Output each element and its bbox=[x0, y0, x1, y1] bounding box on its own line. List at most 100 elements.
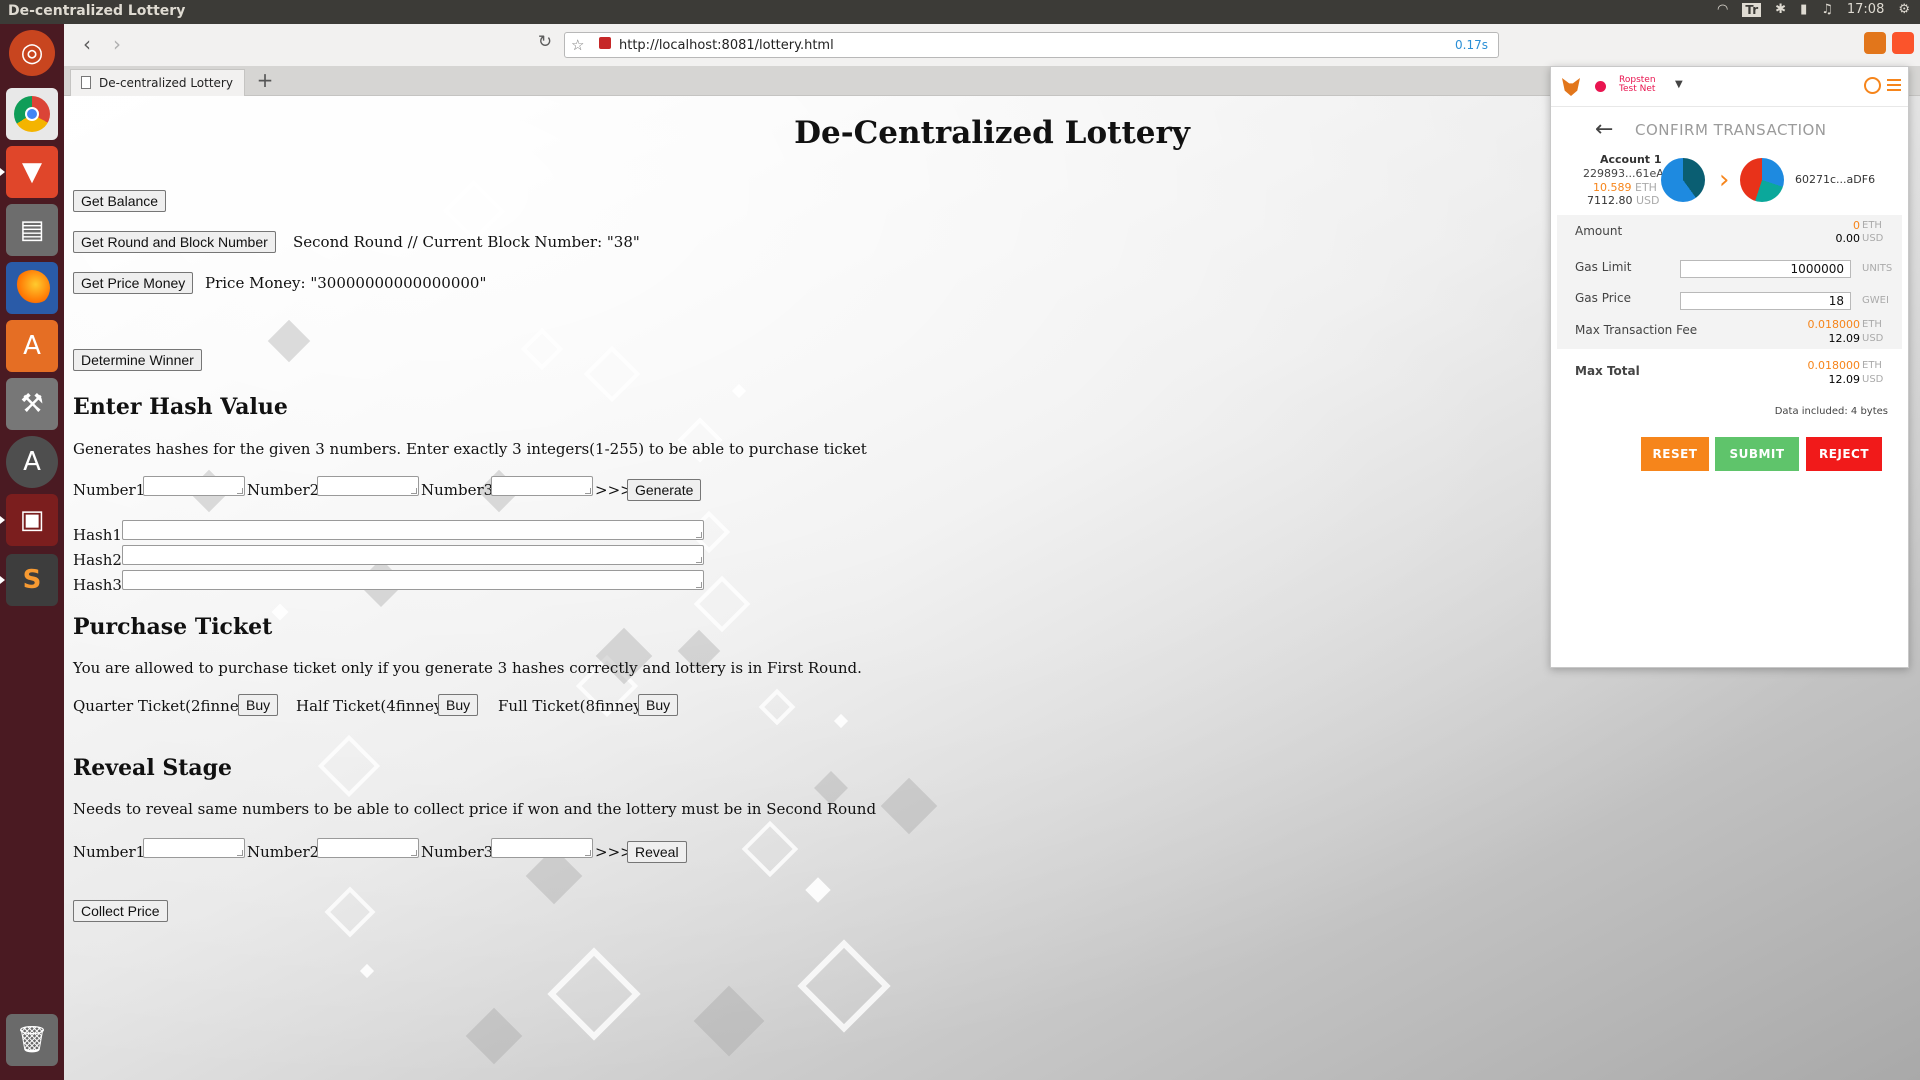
full-ticket-label: Full Ticket(8finney): bbox=[498, 697, 653, 715]
forward-icon[interactable]: › bbox=[104, 32, 130, 56]
max-total-eth-unit: ETH bbox=[1862, 360, 1882, 371]
reveal-number3-input[interactable] bbox=[491, 838, 593, 858]
brave-browser-icon[interactable]: ▼ bbox=[0, 146, 58, 198]
max-total-eth: 0.018000 bbox=[1807, 359, 1861, 372]
back-arrow-icon[interactable]: ← bbox=[1595, 117, 1613, 142]
trash-icon[interactable]: 🗑 bbox=[6, 1014, 58, 1066]
hash-description: Generates hashes for the given 3 numbers… bbox=[73, 440, 867, 458]
system-tray: ◠ Tr ✱ ▮ ♫ 17:08 ⚙ bbox=[1717, 2, 1910, 17]
network-dropdown-icon[interactable]: ▼ bbox=[1675, 79, 1683, 90]
url-bar[interactable]: ☆ http://localhost:8081/lottery.html 0.1… bbox=[564, 32, 1499, 58]
submit-button[interactable]: SUBMIT bbox=[1715, 437, 1799, 471]
max-fee-usd: 12.09 bbox=[1828, 332, 1861, 345]
to-account-address: 60271c...aDF6 bbox=[1795, 173, 1876, 186]
reset-button[interactable]: RESET bbox=[1641, 437, 1709, 471]
amount-eth-unit: ETH bbox=[1862, 220, 1882, 231]
os-top-bar: De-centralized Lottery ◠ Tr ✱ ▮ ♫ 17:08 … bbox=[0, 0, 1920, 24]
get-price-money-button[interactable]: Get Price Money bbox=[73, 272, 194, 294]
buy-half-ticket-button[interactable]: Buy bbox=[438, 694, 479, 716]
from-account-eth: 10.589 ETH bbox=[1593, 181, 1657, 194]
account-switcher-icon[interactable] bbox=[1864, 77, 1881, 94]
system-settings-icon[interactable]: ⚒ bbox=[6, 378, 58, 430]
gas-limit-input[interactable]: 1000000 bbox=[1680, 260, 1851, 278]
buy-full-ticket-button[interactable]: Buy bbox=[638, 694, 679, 716]
confirm-transaction-title: CONFIRM TRANSACTION bbox=[1635, 121, 1827, 139]
max-fee-usd-unit: USD bbox=[1862, 333, 1884, 344]
max-total-usd: 12.09 bbox=[1828, 373, 1861, 386]
bookmark-star-icon[interactable]: ☆ bbox=[571, 36, 584, 54]
reveal-number1-input[interactable] bbox=[143, 838, 245, 858]
window-title: De-centralized Lottery bbox=[8, 3, 186, 19]
keyboard-indicator[interactable]: Tr bbox=[1742, 2, 1762, 17]
metamask-header: Ropsten Test Net ▼ bbox=[1551, 67, 1908, 107]
collect-price-button[interactable]: Collect Price bbox=[73, 900, 168, 922]
determine-winner-button[interactable]: Determine Winner bbox=[73, 349, 202, 371]
round-status-text: Second Round // Current Block Number: "3… bbox=[293, 233, 640, 251]
hash-number1-input[interactable] bbox=[143, 476, 245, 496]
hash-number3-input[interactable] bbox=[491, 476, 593, 496]
software-updater-icon[interactable]: A bbox=[6, 436, 58, 488]
clock[interactable]: 17:08 bbox=[1847, 2, 1884, 17]
tab-lottery[interactable]: De-centralized Lottery bbox=[70, 69, 245, 96]
gas-price-label: Gas Price bbox=[1575, 291, 1631, 305]
reject-button[interactable]: REJECT bbox=[1806, 437, 1882, 471]
reveal-section-heading: Reveal Stage bbox=[73, 755, 233, 781]
software-center-icon[interactable]: A bbox=[6, 320, 58, 372]
max-fee-eth-unit: ETH bbox=[1862, 319, 1882, 330]
network-selector[interactable]: Ropsten Test Net bbox=[1619, 76, 1656, 94]
reveal-number2-label: Number2: bbox=[247, 843, 325, 861]
hash-number2-input[interactable] bbox=[317, 476, 419, 496]
workspace-switcher-icon[interactable]: ▣ bbox=[0, 494, 58, 546]
purchase-description: You are allowed to purchase ticket only … bbox=[73, 659, 862, 677]
network-status-icon bbox=[1595, 81, 1606, 92]
hash3-label: Hash3: bbox=[73, 576, 127, 594]
metamask-fox-icon bbox=[1562, 78, 1580, 96]
get-round-block-button[interactable]: Get Round and Block Number bbox=[73, 231, 276, 253]
battery-icon[interactable]: ▮ bbox=[1800, 2, 1807, 17]
get-balance-button[interactable]: Get Balance bbox=[73, 190, 167, 212]
volume-icon[interactable]: ♫ bbox=[1821, 2, 1833, 17]
ubuntu-dash-icon[interactable]: ◎ bbox=[9, 30, 55, 76]
from-account-address: 229893...61eA bbox=[1583, 167, 1664, 180]
url-text[interactable]: http://localhost:8081/lottery.html bbox=[619, 38, 834, 53]
metamask-popup: Ropsten Test Net ▼ ← CONFIRM TRANSACTION … bbox=[1550, 66, 1909, 668]
load-time: 0.17s bbox=[1455, 38, 1488, 52]
brave-shields-icon[interactable] bbox=[1892, 32, 1914, 54]
generate-button[interactable]: Generate bbox=[627, 479, 702, 501]
hash1-field[interactable] bbox=[122, 520, 704, 540]
new-tab-button[interactable]: + bbox=[252, 68, 278, 92]
back-icon[interactable]: ‹ bbox=[74, 32, 100, 56]
wifi-icon[interactable]: ◠ bbox=[1717, 2, 1728, 17]
settings-gear-icon[interactable]: ⚙ bbox=[1898, 2, 1910, 17]
hamburger-menu-icon[interactable] bbox=[1887, 79, 1901, 91]
quarter-ticket-label: Quarter Ticket(2finney): bbox=[73, 697, 259, 715]
reveal-number2-input[interactable] bbox=[317, 838, 419, 858]
amount-label: Amount bbox=[1575, 224, 1623, 238]
insecure-lock-icon[interactable] bbox=[599, 37, 611, 49]
amount-usd: 0.00 bbox=[1835, 232, 1861, 245]
reload-icon[interactable]: ↻ bbox=[532, 32, 558, 52]
number1-label: Number1: bbox=[73, 481, 151, 499]
chrome-icon[interactable] bbox=[6, 88, 58, 140]
half-ticket-label: Half Ticket(4finney): bbox=[296, 697, 454, 715]
metamask-extension-icon[interactable] bbox=[1864, 32, 1886, 54]
page-icon bbox=[81, 76, 91, 89]
buy-quarter-ticket-button[interactable]: Buy bbox=[238, 694, 279, 716]
amount-usd-unit: USD bbox=[1862, 233, 1884, 244]
gas-limit-unit: UNITS bbox=[1862, 263, 1893, 274]
gas-price-unit: GWEI bbox=[1862, 295, 1889, 306]
price-money-text: Price Money: "30000000000000000" bbox=[205, 274, 487, 292]
max-fee-eth: 0.018000 bbox=[1807, 318, 1861, 331]
hash-section-heading: Enter Hash Value bbox=[73, 394, 288, 420]
gas-price-input[interactable]: 18 bbox=[1680, 292, 1851, 310]
from-account-usd: 7112.80 USD bbox=[1587, 194, 1660, 207]
files-icon[interactable]: ▤ bbox=[6, 204, 58, 256]
firefox-icon[interactable] bbox=[6, 262, 58, 314]
bluetooth-icon[interactable]: ✱ bbox=[1775, 2, 1786, 17]
hash2-field[interactable] bbox=[122, 545, 704, 565]
reveal-button[interactable]: Reveal bbox=[627, 841, 687, 863]
transfer-arrow-icon: › bbox=[1719, 165, 1730, 195]
data-included-note: Data included: 4 bytes bbox=[1774, 406, 1888, 417]
hash3-field[interactable] bbox=[122, 570, 704, 590]
sublime-text-icon[interactable]: S bbox=[0, 554, 58, 606]
